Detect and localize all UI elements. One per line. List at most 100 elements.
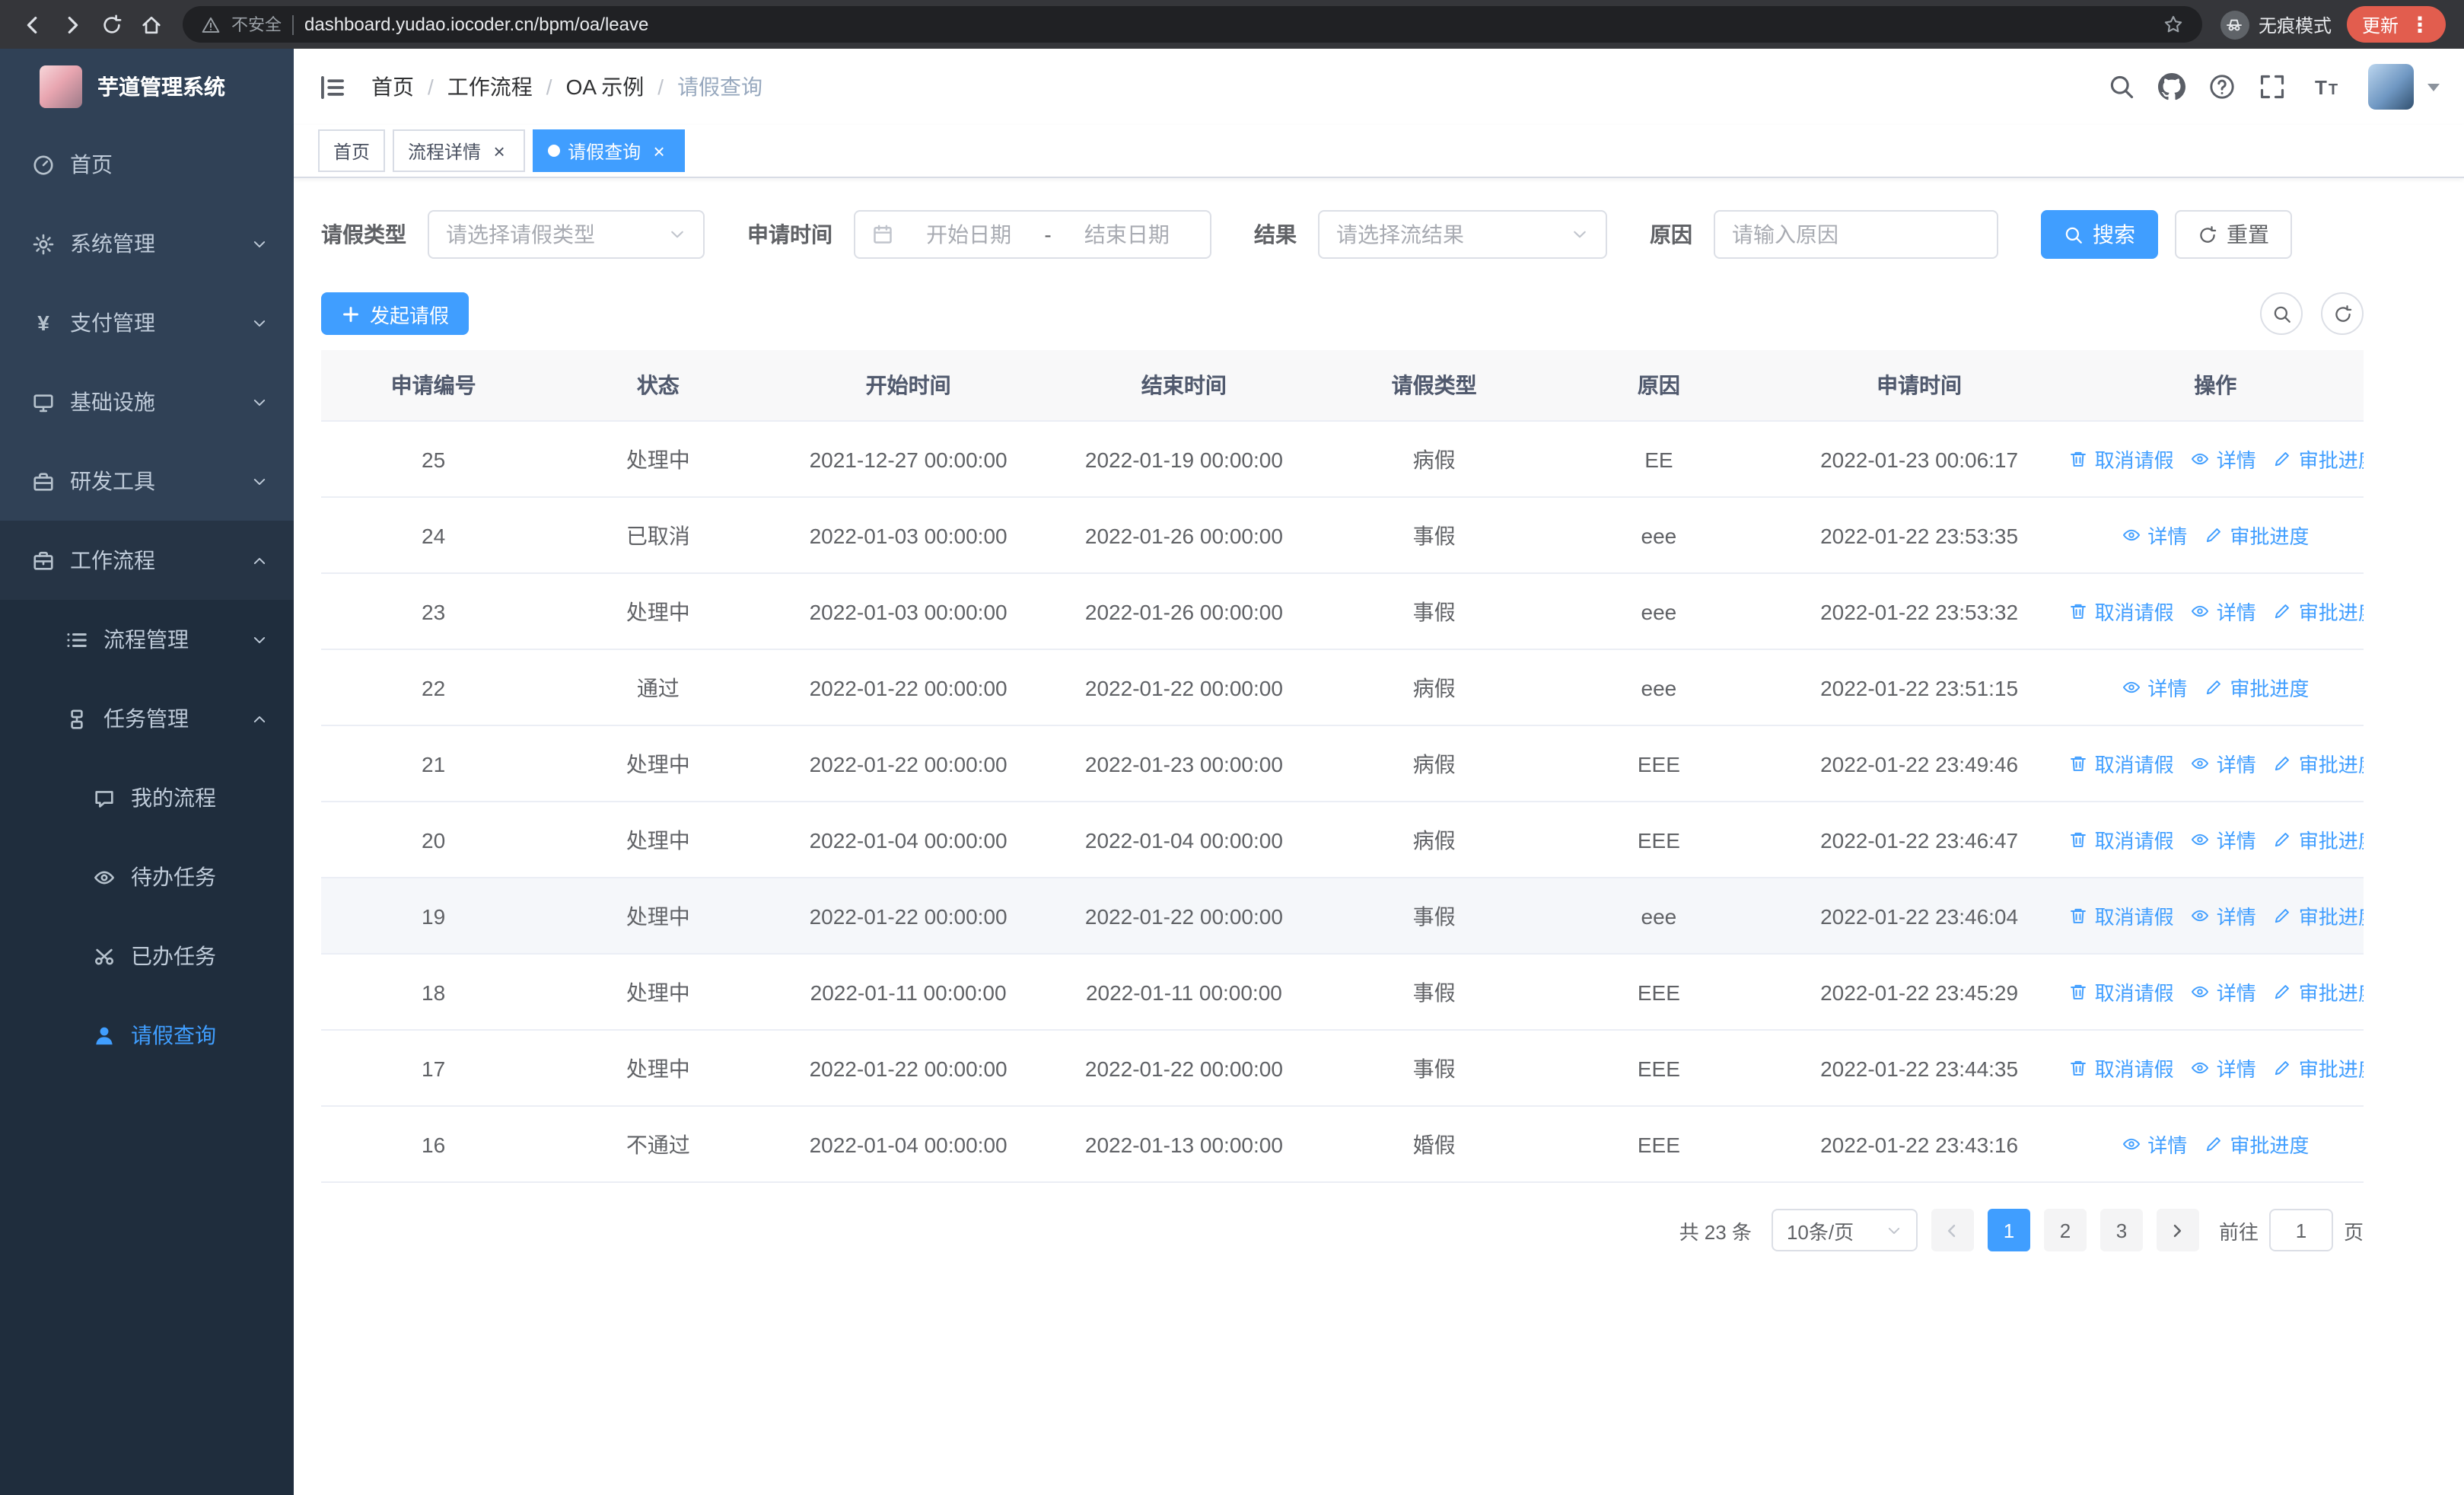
detail-action[interactable]: 详情 <box>2191 901 2256 930</box>
toggle-search-button[interactable] <box>2260 292 2303 335</box>
detail-action[interactable]: 详情 <box>2191 749 2256 778</box>
url-text[interactable]: dashboard.yudao.iocoder.cn/bpm/oa/leave <box>304 14 2152 35</box>
progress-action[interactable]: 审批进度 <box>2273 597 2364 626</box>
close-icon[interactable]: × <box>648 140 670 161</box>
cell-reason: EEE <box>1546 1106 1772 1183</box>
sidebar-item[interactable]: 任务管理 <box>0 679 294 758</box>
question-icon[interactable] <box>2208 73 2236 100</box>
result-select[interactable]: 请选择流结果 <box>1318 210 1607 259</box>
sidebar-item[interactable]: 系统管理 <box>0 204 294 283</box>
breadcrumb-item[interactable]: 请假查询 <box>677 72 762 102</box>
create-leave-label: 发起请假 <box>370 304 450 327</box>
reset-button-label: 重置 <box>2227 222 2269 247</box>
page-number-button[interactable]: 1 <box>1987 1209 2030 1251</box>
tag-item[interactable]: 首页 <box>318 129 386 172</box>
browser-back-button[interactable] <box>12 5 52 44</box>
cancel-action[interactable]: 取消请假 <box>2069 749 2174 778</box>
search-button[interactable]: 搜索 <box>2041 210 2158 259</box>
user-avatar[interactable] <box>2368 64 2414 110</box>
sidebar-item-label: 已办任务 <box>131 944 216 968</box>
fullscreen-icon[interactable] <box>2259 73 2286 100</box>
cell-reason: EE <box>1546 421 1772 498</box>
cancel-action[interactable]: 取消请假 <box>2069 977 2174 1006</box>
detail-action-label: 详情 <box>2216 982 2256 1005</box>
browser-forward-button[interactable] <box>52 5 91 44</box>
sidebar-item[interactable]: 请假查询 <box>0 996 294 1075</box>
cancel-action[interactable]: 取消请假 <box>2069 597 2174 626</box>
cancel-action[interactable]: 取消请假 <box>2069 825 2174 854</box>
back-icon <box>21 13 43 36</box>
sidebar-item[interactable]: 首页 <box>0 125 294 204</box>
avatar-caret-icon[interactable] <box>2427 83 2440 91</box>
cell-apply-time: 2022-01-22 23:49:46 <box>1771 725 2068 802</box>
cancel-action-label: 取消请假 <box>2094 754 2174 776</box>
reason-input[interactable] <box>1714 210 1998 259</box>
detail-action[interactable]: 详情 <box>2191 825 2256 854</box>
prev-page-button[interactable] <box>1931 1209 1974 1251</box>
detail-action[interactable]: 详情 <box>2122 673 2187 702</box>
cell-end-time: 2022-01-13 00:00:00 <box>1046 1106 1323 1183</box>
page-number-button[interactable]: 3 <box>2099 1209 2143 1251</box>
address-bar[interactable]: 不安全 dashboard.yudao.iocoder.cn/bpm/oa/le… <box>183 6 2202 43</box>
progress-action[interactable]: 审批进度 <box>2273 1054 2364 1082</box>
progress-action[interactable]: 审批进度 <box>2273 749 2364 778</box>
tag-item[interactable]: 流程详情 × <box>393 129 526 172</box>
sidebar-item[interactable]: 基础设施 <box>0 362 294 441</box>
refresh-table-button[interactable] <box>2321 292 2364 335</box>
page-number-button[interactable]: 2 <box>2043 1209 2087 1251</box>
progress-action[interactable]: 审批进度 <box>2204 673 2309 702</box>
cancel-action[interactable]: 取消请假 <box>2069 1054 2174 1082</box>
sidebar-item[interactable]: 研发工具 <box>0 441 294 521</box>
update-button[interactable]: 更新 ⋮ <box>2346 6 2446 43</box>
breadcrumb-item[interactable]: 首页 <box>371 72 414 102</box>
next-page-button[interactable] <box>2156 1209 2199 1251</box>
cell-operations: 取消请假 详情 审批进度 <box>2067 421 2364 498</box>
cancel-action[interactable]: 取消请假 <box>2069 445 2174 473</box>
sidebar-item[interactable]: 已办任务 <box>0 916 294 996</box>
progress-action[interactable]: 审批进度 <box>2204 1130 2309 1159</box>
progress-action[interactable]: 审批进度 <box>2273 445 2364 473</box>
sidebar-item[interactable]: 工作流程 <box>0 521 294 600</box>
detail-action[interactable]: 详情 <box>2191 1054 2256 1082</box>
detail-action[interactable]: 详情 <box>2122 521 2187 550</box>
detail-action[interactable]: 详情 <box>2122 1130 2187 1159</box>
bookmark-star-icon[interactable] <box>2163 14 2184 35</box>
browser-reload-button[interactable] <box>91 5 131 44</box>
cancel-action[interactable]: 取消请假 <box>2069 901 2174 930</box>
progress-action[interactable]: 审批进度 <box>2273 977 2364 1006</box>
detail-action[interactable]: 详情 <box>2191 977 2256 1006</box>
progress-action-label: 审批进度 <box>2298 449 2364 472</box>
create-leave-button[interactable]: 发起请假 <box>321 292 470 335</box>
reset-button[interactable]: 重置 <box>2175 210 2292 259</box>
browser-home-button[interactable] <box>131 5 170 44</box>
sidebar-item[interactable]: 我的流程 <box>0 758 294 837</box>
tag-item[interactable]: 请假查询 × <box>533 129 686 172</box>
progress-action[interactable]: 审批进度 <box>2273 901 2364 930</box>
progress-action[interactable]: 审批进度 <box>2204 521 2309 550</box>
sidebar-item[interactable]: 流程管理 <box>0 600 294 679</box>
cell-leave-type: 病假 <box>1322 802 1547 878</box>
detail-action[interactable]: 详情 <box>2191 597 2256 626</box>
chevron-down-icon <box>1886 1222 1902 1238</box>
detail-action[interactable]: 详情 <box>2191 445 2256 473</box>
goto-page-input[interactable] <box>2268 1209 2333 1251</box>
table-body: 25 处理中 2021-12-27 00:00:00 2022-01-19 00:00… <box>321 421 2364 1183</box>
cell-start-time: 2022-01-11 00:00:00 <box>770 954 1046 1031</box>
hamburger-icon[interactable] <box>318 72 347 101</box>
page-size-select[interactable]: 10条/页 <box>1771 1209 1918 1251</box>
close-icon[interactable]: × <box>489 140 510 161</box>
apply-time-range-picker[interactable]: 开始日期 - 结束日期 <box>854 210 1211 259</box>
menu-dots-icon[interactable]: ⋮ <box>2409 14 2431 35</box>
fontsize-icon[interactable]: TT <box>2309 73 2345 100</box>
leave-type-select[interactable]: 请选择请假类型 <box>428 210 705 259</box>
cell-end-time: 2022-01-22 00:00:00 <box>1046 1030 1323 1107</box>
logo-row[interactable]: 芋道管理系统 <box>0 49 294 125</box>
breadcrumb-item[interactable]: 工作流程 <box>447 72 533 102</box>
search-icon[interactable] <box>2108 73 2135 100</box>
sidebar-item[interactable]: 待办任务 <box>0 837 294 916</box>
breadcrumb-item[interactable]: OA 示例 <box>566 72 645 102</box>
progress-action[interactable]: 审批进度 <box>2273 825 2364 854</box>
sidebar-item[interactable]: ¥ 支付管理 <box>0 283 294 362</box>
detail-action-label: 详情 <box>2216 830 2256 853</box>
github-icon[interactable] <box>2158 73 2185 100</box>
